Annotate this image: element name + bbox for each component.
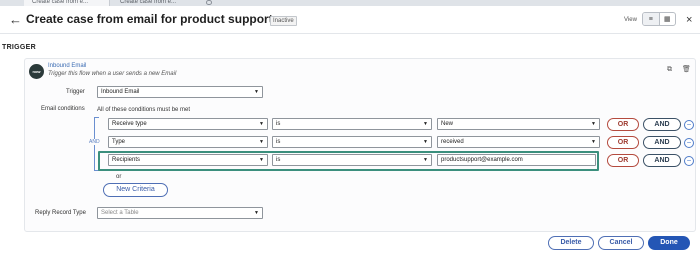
reply-record-type-select[interactable]: Select a Table ▼ [97,207,263,219]
condition-operator-select[interactable]: is ▼ [272,118,432,130]
status-badge: Inactive [270,16,297,26]
trigger-select[interactable]: Inbound Email ▼ [97,86,263,98]
tree-view-icon[interactable]: ≡ [643,13,660,25]
and-button[interactable]: AND [643,118,681,131]
chevron-down-icon: ▼ [423,139,428,145]
chevron-down-icon: ▼ [259,157,264,163]
chevron-down-icon: ▼ [591,121,596,127]
reply-record-type-label: Reply Record Type [35,210,86,216]
or-button[interactable]: OR [607,118,639,131]
reply-record-type-placeholder: Select a Table [101,210,139,216]
email-conditions-label: Email conditions [41,106,85,112]
minus-circle-icon[interactable]: − [684,138,694,148]
condition-operator-value: is [276,157,281,163]
minus-circle-icon[interactable]: − [684,120,694,130]
and-button[interactable]: AND [643,154,681,167]
condition-field-value: Type [112,139,126,145]
condition-value: productsupport@example.com [441,157,523,163]
condition-value: New [441,121,454,127]
chevron-down-icon: ▼ [254,210,259,216]
back-arrow-icon[interactable]: ← [9,13,22,26]
grid-view-icon[interactable]: ▦ [660,13,676,25]
new-tab-icon[interactable] [206,0,212,5]
chevron-down-icon: ▼ [423,121,428,127]
trash-icon[interactable]: 🗑 [682,65,691,73]
condition-value-select[interactable]: received ▼ [437,136,600,148]
condition-operator-select[interactable]: is ▼ [272,136,432,148]
conditions-hint: All of these conditions must be met [97,107,191,113]
now-logo-icon: now [29,64,44,79]
and-button[interactable]: AND [643,136,681,149]
new-criteria-button[interactable]: New Criteria [103,183,168,197]
condition-field-select[interactable]: Recipients ▼ [108,154,268,166]
condition-field-select[interactable]: Receive type ▼ [108,118,268,130]
condition-field-value: Receive type [112,121,147,127]
or-button[interactable]: OR [607,154,639,167]
condition-field-select[interactable]: Type ▼ [108,136,268,148]
chevron-down-icon: ▼ [259,121,264,127]
or-separator: or [116,174,122,180]
chevron-down-icon: ▼ [591,139,596,145]
and-connector-label: AND [89,139,100,145]
copy-icon[interactable]: ⧉ [667,66,672,74]
trigger-section-heading: TRIGGER [2,44,36,51]
trigger-select-value: Inbound Email [101,89,140,95]
condition-operator-value: is [276,139,281,145]
cancel-button[interactable]: Cancel [598,236,644,250]
trigger-description: Trigger this flow when a user sends a ne… [48,71,177,77]
close-icon[interactable]: × [686,14,692,26]
flow-header: ← Create case from email for product sup… [0,6,700,34]
delete-button[interactable]: Delete [548,236,594,250]
condition-field-value: Recipients [112,157,141,163]
chevron-down-icon: ▼ [254,89,259,95]
condition-operator-select[interactable]: is ▼ [272,154,432,166]
chevron-down-icon: ▼ [259,139,264,145]
condition-operator-value: is [276,121,281,127]
condition-value: received [441,139,464,145]
trigger-field-label: Trigger [66,89,85,95]
minus-circle-icon[interactable]: − [684,156,694,166]
chevron-down-icon: ▼ [423,157,428,163]
view-toggle: ≡ ▦ [642,12,676,26]
or-button[interactable]: OR [607,136,639,149]
view-label: View [624,17,637,23]
condition-value-input[interactable]: productsupport@example.com [437,154,596,166]
trigger-name-link[interactable]: Inbound Email [48,63,86,69]
done-button[interactable]: Done [648,236,690,250]
condition-value-select[interactable]: New ▼ [437,118,600,130]
page-title: Create case from email for product suppo… [26,12,273,26]
